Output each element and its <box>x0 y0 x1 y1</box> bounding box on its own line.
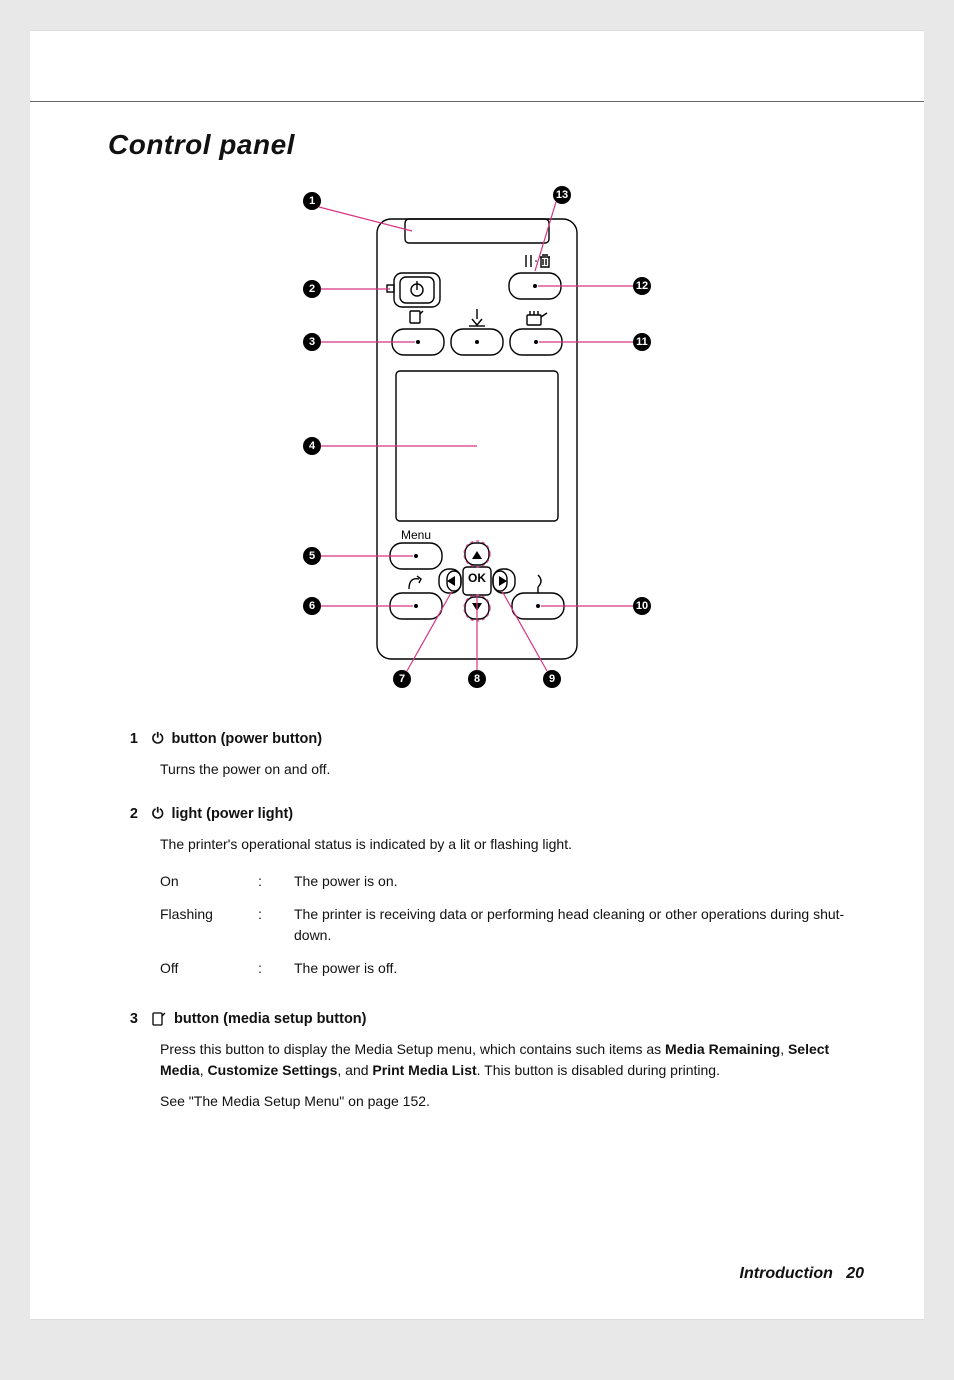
svg-text:8: 8 <box>474 673 480 685</box>
item-1: 1 ⏻ button (power button) Turns the powe… <box>90 731 864 780</box>
status-label: Flashing <box>160 898 258 952</box>
divider <box>30 101 924 102</box>
svg-text:4: 4 <box>309 440 316 452</box>
page-title: Control panel <box>108 129 864 161</box>
media-icon <box>152 1012 166 1026</box>
item-number: 1 <box>90 731 144 747</box>
power-icon: ⏻ <box>152 731 163 747</box>
colon: : <box>258 865 294 898</box>
item-2: 2 ⏻ light (power light) The printer's op… <box>90 806 864 985</box>
status-label: On <box>160 865 258 898</box>
item-heading-text: light (power light) <box>171 806 293 822</box>
item-paragraph: Press this button to display the Media S… <box>160 1039 864 1081</box>
svg-text:3: 3 <box>309 336 315 348</box>
power-icon: ⏻ <box>152 806 163 822</box>
status-table: On : The power is on. Flashing : The pri… <box>160 865 864 985</box>
page: Control panel .ln{stroke:#000;stroke-wid… <box>30 30 924 1320</box>
page-footer: Introduction 20 <box>740 1265 864 1283</box>
svg-text:10: 10 <box>636 600 648 612</box>
item-paragraph: Turns the power on and off. <box>160 759 864 780</box>
menu-label: Menu <box>401 528 431 542</box>
status-desc: The printer is receiving data or perform… <box>294 898 864 952</box>
item-number: 3 <box>90 1011 144 1027</box>
svg-text:6: 6 <box>309 600 315 612</box>
item-number: 2 <box>90 806 144 822</box>
status-desc: The power is on. <box>294 865 864 898</box>
svg-text:2: 2 <box>309 283 315 295</box>
table-row: On : The power is on. <box>160 865 864 898</box>
item-3: 3 button (media setup button) Press this… <box>90 1011 864 1112</box>
svg-text:7: 7 <box>399 673 405 685</box>
svg-text:1: 1 <box>309 195 315 207</box>
svg-text:11: 11 <box>636 336 648 348</box>
status-label: Off <box>160 952 258 985</box>
svg-text:5: 5 <box>309 550 315 562</box>
svg-text:13: 13 <box>556 189 568 201</box>
svg-text:9: 9 <box>549 673 555 685</box>
sheet: Control panel .ln{stroke:#000;stroke-wid… <box>0 30 954 1380</box>
table-row: Off : The power is off. <box>160 952 864 985</box>
item-heading-text: button (power button) <box>171 731 322 747</box>
item-paragraph: The printer's operational status is indi… <box>160 834 864 855</box>
footer-section: Introduction <box>740 1265 833 1282</box>
item-reference: See "The Media Setup Menu" on page 152. <box>160 1091 864 1112</box>
footer-page-number: 20 <box>846 1265 864 1282</box>
colon: : <box>258 898 294 952</box>
status-desc: The power is off. <box>294 952 864 985</box>
table-row: Flashing : The printer is receiving data… <box>160 898 864 952</box>
svg-text:12: 12 <box>636 280 648 292</box>
ok-label: OK <box>468 571 486 585</box>
control-panel-diagram: .ln{stroke:#000;stroke-width:1.4;fill:no… <box>262 181 692 691</box>
colon: : <box>258 952 294 985</box>
item-heading-text: button (media setup button) <box>174 1011 367 1027</box>
